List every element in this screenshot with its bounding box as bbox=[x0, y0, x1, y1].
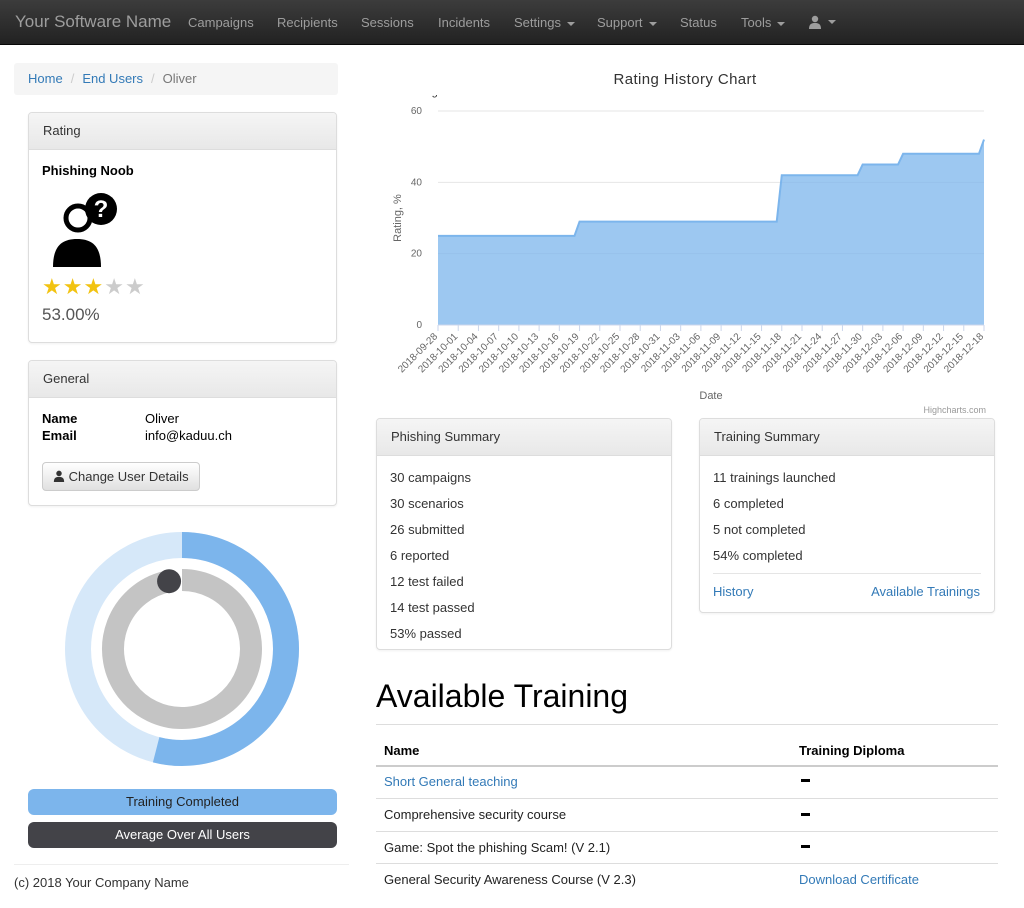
nav-status[interactable]: Status bbox=[680, 15, 717, 30]
breadcrumb-home[interactable]: Home bbox=[28, 71, 63, 86]
breadcrumb-separator: / bbox=[151, 71, 155, 86]
training-summary-line: 54% completed bbox=[713, 548, 803, 563]
general-panel-heading: General bbox=[29, 361, 336, 398]
star-filled-icon: ★ bbox=[83, 274, 105, 299]
table-row-divider bbox=[376, 798, 998, 799]
user-icon bbox=[809, 15, 821, 29]
nav-user-dropdown[interactable] bbox=[808, 13, 836, 29]
donut-average-marker bbox=[157, 569, 182, 594]
change-user-details-button[interactable]: Change User Details bbox=[42, 462, 200, 491]
user-icon bbox=[53, 470, 65, 482]
table-header-divider bbox=[376, 765, 998, 767]
phishing-summary-heading: Phishing Summary bbox=[377, 419, 671, 456]
star-empty-icon: ★ bbox=[104, 274, 125, 299]
table-row-divider bbox=[376, 831, 998, 832]
table-top-divider bbox=[376, 724, 998, 725]
breadcrumb-separator: / bbox=[70, 71, 75, 86]
training-summary-divider bbox=[713, 573, 981, 574]
footer-divider bbox=[14, 864, 349, 865]
y-tick-label: 20 bbox=[411, 249, 423, 260]
no-diploma-dash bbox=[801, 813, 810, 816]
rating-percent: 53.00% bbox=[42, 305, 100, 324]
rating-area-series bbox=[438, 139, 984, 325]
phishing-summary-line: 30 campaigns bbox=[390, 470, 471, 485]
star-filled-icon: ★ bbox=[62, 274, 84, 299]
training-summary-panel: Training Summary 11 trainings launched 6… bbox=[699, 418, 995, 613]
column-header-diploma: Training Diploma bbox=[799, 743, 905, 758]
breadcrumb: Home / End Users / Oliver bbox=[14, 63, 338, 95]
nav-settings-label: Settings bbox=[514, 15, 561, 30]
nav-sessions[interactable]: Sessions bbox=[361, 15, 414, 30]
training-name: General Security Awareness Course (V 2.3… bbox=[384, 872, 636, 887]
tooltip-value: 29% bbox=[406, 95, 428, 98]
phishing-noob-icon: ? bbox=[53, 193, 117, 267]
change-user-details-label: Change User Details bbox=[68, 469, 189, 484]
star-filled-icon: ★ bbox=[42, 274, 63, 299]
training-name-link[interactable]: Short General teaching bbox=[384, 774, 518, 789]
phishing-summary-line: 30 scenarios bbox=[390, 496, 464, 511]
star-empty-icon: ★ bbox=[124, 274, 146, 299]
email-label: Email bbox=[42, 428, 77, 443]
legend-average-over-all-users[interactable]: Average Over All Users bbox=[28, 822, 337, 848]
training-name: Game: Spot the phishing Scam! (V 2.1) bbox=[384, 840, 611, 855]
training-summary-heading: Training Summary bbox=[700, 419, 994, 456]
caret-down-icon bbox=[828, 19, 836, 24]
nav-campaigns[interactable]: Campaigns bbox=[188, 15, 254, 30]
phishing-summary-panel: Phishing Summary 30 campaigns 30 scenari… bbox=[376, 418, 672, 650]
nav-support-dropdown[interactable]: Support bbox=[597, 15, 657, 30]
email-value: info@kaduu.ch bbox=[145, 428, 232, 443]
training-summary-line: 11 trainings launched bbox=[713, 470, 836, 485]
chart-title: Rating History Chart bbox=[613, 71, 757, 88]
training-summary-line: 6 completed bbox=[713, 496, 784, 511]
training-donut-chart bbox=[65, 532, 299, 766]
nav-support-label: Support bbox=[597, 15, 643, 30]
rating-title: Phishing Noob bbox=[42, 163, 134, 178]
training-summary-line: 5 not completed bbox=[713, 522, 806, 537]
caret-down-icon bbox=[648, 21, 657, 26]
nav-recipients[interactable]: Recipients bbox=[277, 15, 338, 30]
caret-down-icon bbox=[566, 21, 575, 26]
rating-history-chart: 02040602018-09-282018-10-012018-10-04201… bbox=[376, 95, 986, 415]
rating-panel: Rating Phishing Noob ? ★★★★★ 53.00% bbox=[28, 112, 337, 343]
nav-settings-dropdown[interactable]: Settings bbox=[514, 15, 575, 30]
table-row-divider bbox=[376, 863, 998, 864]
available-training-heading: Available Training bbox=[376, 678, 629, 714]
rating-stars: ★★★★★ bbox=[42, 276, 146, 298]
column-header-name: Name bbox=[384, 743, 420, 758]
breadcrumb-end-users[interactable]: End Users bbox=[82, 71, 143, 86]
nav-tools-label: Tools bbox=[741, 15, 772, 30]
x-axis-title: Date bbox=[699, 390, 722, 402]
highcharts-credits: Highcharts.com bbox=[923, 405, 986, 415]
y-axis-title: Rating, % bbox=[392, 194, 404, 242]
y-tick-label: 0 bbox=[416, 320, 422, 331]
history-link[interactable]: History bbox=[713, 584, 753, 599]
brand-name[interactable]: Your Software Name bbox=[15, 12, 171, 32]
breadcrumb-current: Oliver bbox=[162, 71, 197, 86]
footer-copyright: (c) 2018 Your Company Name bbox=[14, 875, 189, 890]
legend-training-completed[interactable]: Training Completed bbox=[28, 789, 337, 815]
donut-average-arc bbox=[102, 569, 262, 729]
no-diploma-dash bbox=[801, 779, 810, 782]
no-diploma-dash bbox=[801, 845, 810, 848]
general-panel: General Name Oliver Email info@kaduu.ch … bbox=[28, 360, 337, 506]
y-tick-label: 40 bbox=[411, 177, 423, 188]
download-certificate-link[interactable]: Download Certificate bbox=[799, 872, 919, 887]
phishing-summary-line: 14 test passed bbox=[390, 600, 475, 615]
phishing-summary-line: 6 reported bbox=[390, 548, 450, 563]
rating-panel-heading: Rating bbox=[29, 113, 336, 150]
svg-text:?: ? bbox=[94, 196, 109, 223]
name-value: Oliver bbox=[145, 411, 179, 426]
training-name: Comprehensive security course bbox=[384, 807, 567, 822]
top-navbar: Your Software Name Campaigns Recipients … bbox=[0, 0, 1024, 45]
phishing-summary-line: 12 test failed bbox=[390, 574, 464, 589]
name-label: Name bbox=[42, 411, 78, 426]
nav-incidents[interactable]: Incidents bbox=[438, 15, 490, 30]
available-trainings-link[interactable]: Available Trainings bbox=[871, 584, 980, 599]
y-tick-label: 60 bbox=[411, 106, 423, 117]
caret-down-icon bbox=[777, 21, 786, 26]
phishing-summary-line: 26 submitted bbox=[390, 522, 465, 537]
phishing-summary-line: 53% passed bbox=[390, 626, 462, 641]
nav-tools-dropdown[interactable]: Tools bbox=[741, 15, 786, 30]
